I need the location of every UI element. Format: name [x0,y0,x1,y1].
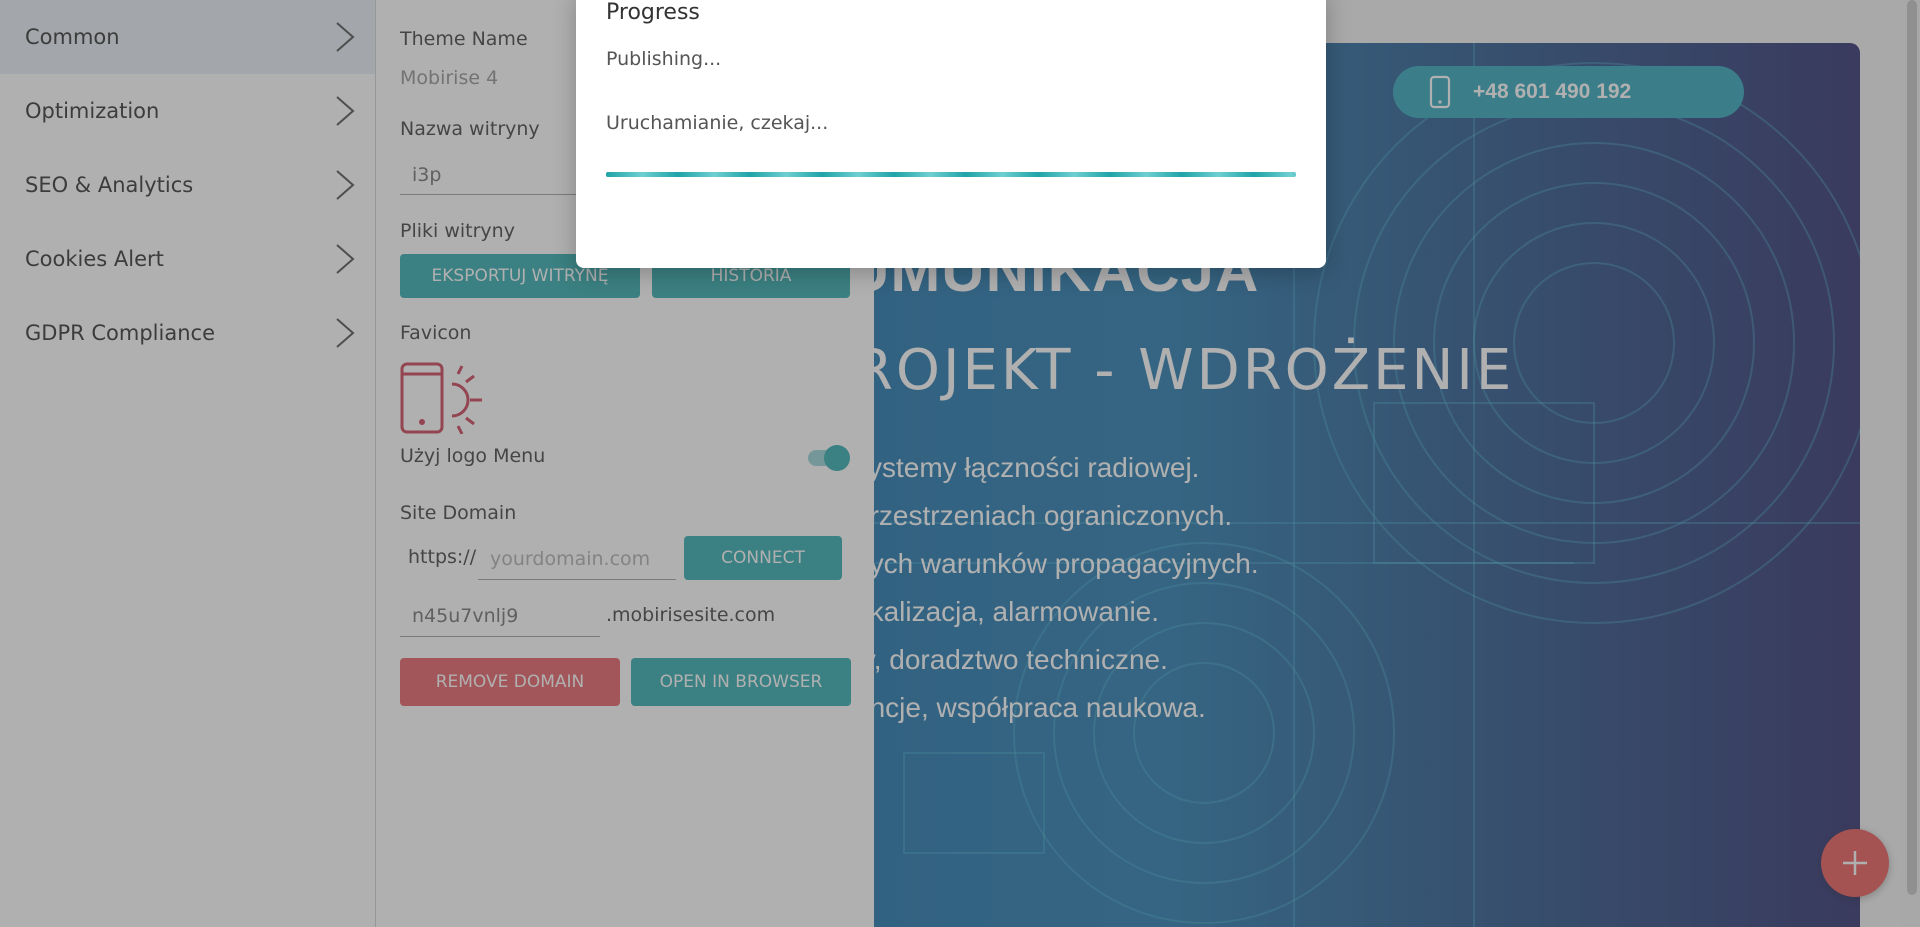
dialog-message: Uruchamianie, czekaj... [606,112,829,134]
dialog-title: Progress [606,0,700,25]
progress-bar [606,172,1296,177]
dialog-subtitle: Publishing... [606,48,722,70]
progress-dialog: Progress Publishing... Uruchamianie, cze… [576,0,1326,268]
